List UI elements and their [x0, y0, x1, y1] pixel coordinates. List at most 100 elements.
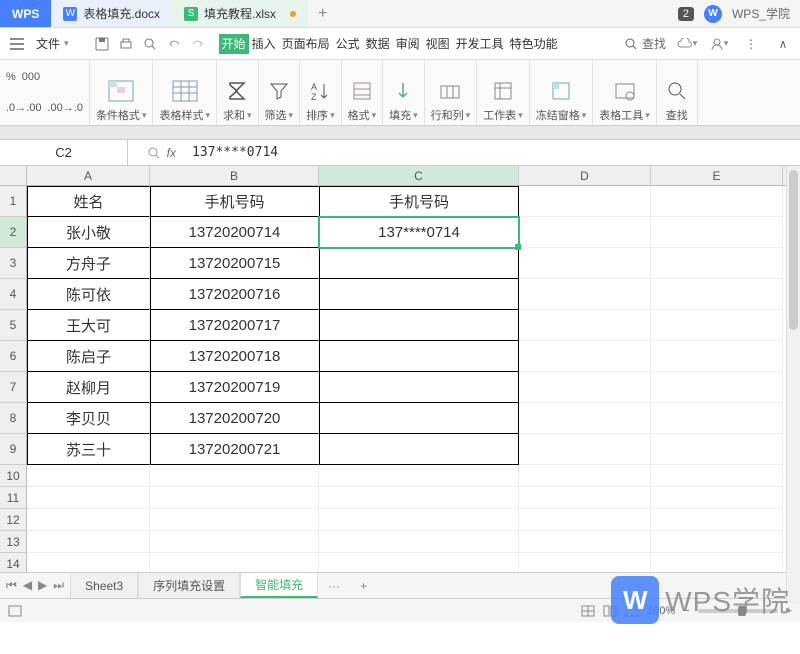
cloud-icon[interactable]: ▾ [676, 33, 698, 55]
cell[interactable]: 13720200717 [150, 310, 319, 341]
col-header-e[interactable]: E [651, 166, 783, 185]
save-icon[interactable] [91, 33, 113, 55]
cell[interactable] [319, 465, 519, 487]
collapse-icon[interactable]: ∧ [772, 33, 794, 55]
row-header[interactable]: 8 [0, 403, 27, 434]
tab-formula[interactable]: 公式 [333, 34, 363, 54]
cell[interactable] [651, 487, 783, 509]
cell[interactable] [319, 310, 519, 341]
row-header[interactable]: 12 [0, 509, 27, 531]
cell[interactable] [651, 403, 783, 434]
format-button[interactable]: 格式▾ [342, 60, 384, 125]
row-header[interactable]: 3 [0, 248, 27, 279]
cell[interactable] [651, 434, 783, 465]
tab-layout[interactable]: 页面布局 [279, 34, 333, 54]
cell[interactable]: 手机号码 [319, 186, 519, 217]
account-label[interactable]: WPS_学院 [732, 5, 790, 22]
preview-icon[interactable] [139, 33, 161, 55]
cell[interactable]: 13720200718 [150, 341, 319, 372]
row-header[interactable]: 5 [0, 310, 27, 341]
cell[interactable] [519, 186, 651, 217]
sheet-last-icon[interactable]: ⏭ [53, 578, 64, 593]
cell[interactable] [150, 553, 319, 572]
sheet-more-button[interactable]: ··· [318, 579, 350, 593]
cell[interactable]: 赵柳月 [27, 372, 150, 403]
fx-button[interactable]: fx [128, 146, 184, 160]
cell[interactable]: 苏三十 [27, 434, 150, 465]
col-header-b[interactable]: B [150, 166, 319, 185]
cell[interactable] [519, 279, 651, 310]
cell[interactable] [519, 531, 651, 553]
row-header[interactable]: 13 [0, 531, 27, 553]
print-icon[interactable] [115, 33, 137, 55]
tab-start[interactable]: 开始 [219, 34, 249, 54]
cell[interactable]: 13720200714 [150, 217, 319, 248]
dec-decimal-icon[interactable]: .00→.0 [47, 102, 82, 114]
cell[interactable]: 13720200716 [150, 279, 319, 310]
conditional-format-button[interactable]: 条件格式▾ [90, 60, 154, 125]
cell[interactable] [519, 553, 651, 572]
sheet-add-button[interactable]: + [350, 579, 377, 593]
row-header[interactable]: 6 [0, 341, 27, 372]
select-all-corner[interactable] [0, 166, 27, 185]
cell[interactable]: 手机号码 [150, 186, 319, 217]
filter-button[interactable]: 筛选▾ [259, 60, 301, 125]
fill-button[interactable]: 填充▾ [383, 60, 425, 125]
table-style-button[interactable]: 表格样式▾ [153, 60, 217, 125]
cell[interactable] [150, 465, 319, 487]
sheet-tab-3[interactable]: 智能填充 [240, 573, 318, 598]
rows-cols-button[interactable]: 行和列▾ [425, 60, 478, 125]
row-header[interactable]: 14 [0, 553, 27, 572]
cell[interactable] [519, 341, 651, 372]
cell[interactable] [519, 465, 651, 487]
cell[interactable] [519, 248, 651, 279]
file-tab-doc[interactable]: W 表格填充.docx [51, 0, 172, 27]
cell[interactable] [27, 553, 150, 572]
cell[interactable] [651, 279, 783, 310]
scroll-thumb[interactable] [789, 170, 798, 330]
user-icon[interactable]: ▾ [708, 33, 730, 55]
sheet-prev-icon[interactable]: ◀ [23, 578, 32, 593]
undo-icon[interactable] [163, 33, 185, 55]
cell[interactable]: 王大可 [27, 310, 150, 341]
sheet-tab-2[interactable]: 序列填充设置 [138, 573, 240, 598]
cell[interactable] [651, 217, 783, 248]
cell[interactable] [651, 509, 783, 531]
tab-special[interactable]: 特色功能 [507, 34, 561, 54]
cell[interactable]: 137****0714 [319, 217, 519, 248]
cell[interactable]: 13720200719 [150, 372, 319, 403]
cell[interactable] [27, 465, 150, 487]
cell[interactable] [651, 465, 783, 487]
freeze-panes-button[interactable]: 冻结窗格▾ [530, 60, 594, 125]
cell[interactable]: 方舟子 [27, 248, 150, 279]
tab-view[interactable]: 视图 [423, 34, 453, 54]
tab-dev[interactable]: 开发工具 [453, 34, 507, 54]
sheet-first-icon[interactable]: ⏮ [6, 578, 17, 593]
row-header[interactable]: 7 [0, 372, 27, 403]
table-tools-button[interactable]: 表格工具▾ [593, 60, 657, 125]
cell[interactable] [150, 531, 319, 553]
cell[interactable] [651, 248, 783, 279]
cell[interactable] [651, 531, 783, 553]
new-tab-button[interactable]: + [308, 5, 337, 23]
hamburger-icon[interactable] [6, 33, 28, 55]
cell[interactable] [27, 509, 150, 531]
cell[interactable] [319, 487, 519, 509]
cell[interactable]: 13720200721 [150, 434, 319, 465]
row-header[interactable]: 1 [0, 186, 27, 217]
spreadsheet-grid[interactable]: A B C D E 1姓名手机号码手机号码2张小敬13720200714137*… [0, 166, 800, 572]
cell[interactable]: 张小敬 [27, 217, 150, 248]
notification-badge[interactable]: 2 [678, 7, 694, 21]
cell[interactable] [319, 553, 519, 572]
app-tab-wps[interactable]: WPS [0, 0, 51, 27]
layout-normal-icon[interactable] [8, 605, 22, 617]
find-button[interactable]: 查找 [657, 60, 698, 125]
cell[interactable] [319, 248, 519, 279]
row-header[interactable]: 11 [0, 487, 27, 509]
cell[interactable] [651, 372, 783, 403]
cell[interactable] [319, 531, 519, 553]
cell[interactable]: 13720200715 [150, 248, 319, 279]
cell[interactable] [27, 487, 150, 509]
percent-icon[interactable]: % [6, 71, 16, 83]
fill-handle[interactable] [515, 244, 521, 250]
